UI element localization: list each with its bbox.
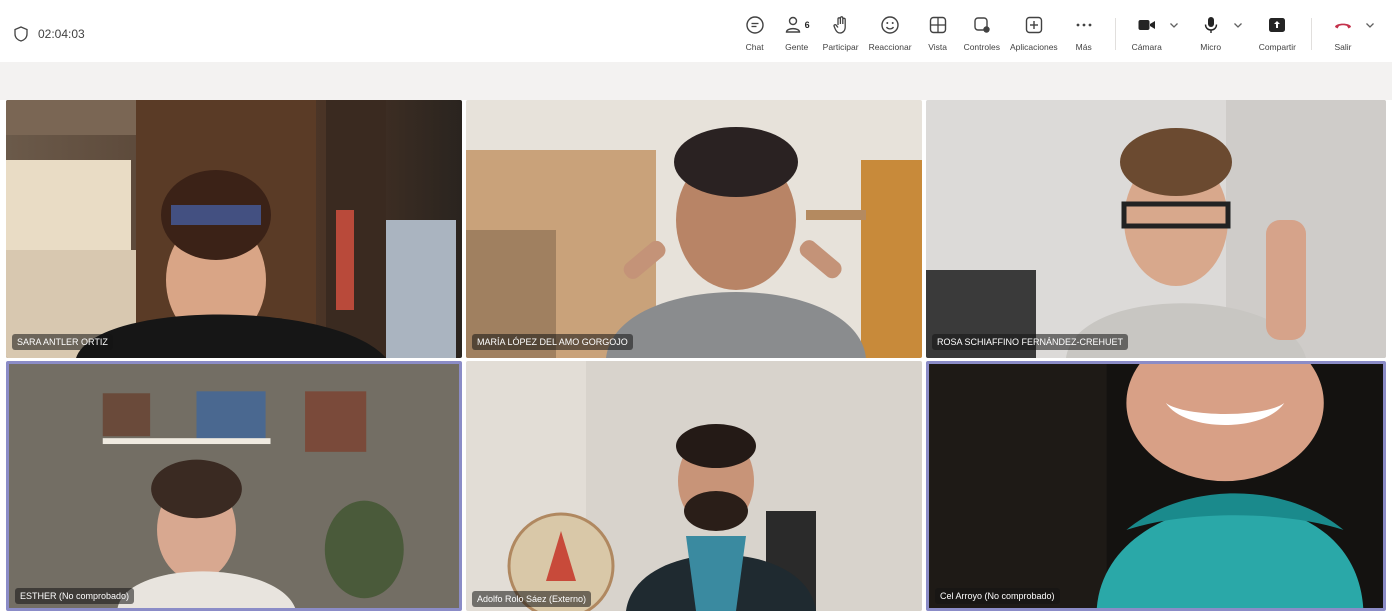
add-app-icon <box>1025 16 1043 34</box>
hand-icon <box>832 16 846 34</box>
participant-tile[interactable]: Adolfo Rolo Sáez (Externo) <box>466 361 922 611</box>
mic-options-chevron[interactable] <box>1230 12 1246 38</box>
more-label: Más <box>1075 42 1092 52</box>
camera-button[interactable]: Cámara <box>1126 12 1168 52</box>
participant-video <box>9 364 459 608</box>
raise-hand-label: Participar <box>822 42 859 52</box>
people-count-badge: 6 <box>804 20 810 30</box>
toolbar-divider <box>1311 18 1312 50</box>
participant-tile[interactable]: SARA ANTLER ORTIZ <box>6 100 462 358</box>
shield-icon <box>14 26 28 42</box>
participant-video <box>6 100 462 358</box>
video-camera-icon <box>1138 20 1155 30</box>
camera-options-chevron[interactable] <box>1166 12 1182 38</box>
participant-video <box>926 100 1386 358</box>
more-button[interactable]: Más <box>1063 12 1105 52</box>
grid-view-icon <box>929 16 946 34</box>
participant-video <box>929 364 1383 608</box>
participant-name-tag: ESTHER (No comprobado) <box>15 588 135 604</box>
controls-label: Controles <box>963 42 1000 52</box>
participant-name-tag: MARÍA LÓPEZ DEL AMO GORGOJO <box>472 334 633 350</box>
hang-up-icon <box>1335 23 1351 29</box>
participant-tile[interactable]: ROSA SCHIAFFINO FERNÁNDEZ-CREHUET <box>926 100 1386 358</box>
apps-label: Aplicaciones <box>1009 42 1058 52</box>
controls-button[interactable]: Controles <box>959 12 1005 52</box>
share-label: Compartir <box>1258 42 1296 52</box>
chat-label: Chat <box>745 42 764 52</box>
leave-label: Salir <box>1334 42 1352 52</box>
chevron-down-icon <box>1366 23 1374 28</box>
leave-button[interactable]: Salir <box>1322 12 1364 52</box>
chat-button[interactable]: Chat <box>734 12 776 52</box>
mic-button[interactable]: Micro <box>1190 12 1232 52</box>
view-button[interactable]: Vista <box>917 12 959 52</box>
meeting-timer: 02:04:03 <box>38 27 85 41</box>
smiley-icon <box>881 16 899 34</box>
more-icon <box>1076 23 1092 27</box>
toolbar-divider <box>1114 18 1116 50</box>
participant-tile[interactable]: Cel Arroyo (No comprobado) <box>926 361 1386 611</box>
video-grid: SARA ANTLER ORTIZ MARÍA LÓPEZ DEL AMO GO… <box>6 100 1386 611</box>
participant-name-tag: Cel Arroyo (No comprobado) <box>935 588 1060 604</box>
leave-options-chevron[interactable] <box>1362 12 1378 38</box>
participant-name-tag: ROSA SCHIAFFINO FERNÁNDEZ-CREHUET <box>932 334 1129 350</box>
apps-button[interactable]: Aplicaciones <box>1005 12 1063 52</box>
meeting-controls: Chat 6 Gente Participar Reaccionar Vista… <box>734 12 1378 58</box>
view-label: Vista <box>928 42 947 52</box>
meeting-info: 02:04:03 <box>14 24 85 44</box>
people-label: Gente <box>785 42 809 52</box>
controls-icon <box>974 17 990 33</box>
meeting-subbar <box>0 62 1392 100</box>
participant-name-tag: SARA ANTLER ORTIZ <box>12 334 113 350</box>
participant-tile[interactable]: MARÍA LÓPEZ DEL AMO GORGOJO <box>466 100 922 358</box>
participant-tile[interactable]: ESTHER (No comprobado) <box>6 361 462 611</box>
people-button[interactable]: 6 Gente <box>776 12 818 52</box>
share-screen-icon <box>1269 18 1286 32</box>
react-label: Reaccionar <box>868 42 912 52</box>
chat-icon <box>745 16 764 34</box>
meeting-toolbar-bar: 02:04:03 Chat 6 Gente Participar Reaccio… <box>0 0 1392 62</box>
participant-video <box>466 100 922 358</box>
react-button[interactable]: Reaccionar <box>864 12 917 52</box>
mic-label: Micro <box>1200 42 1222 52</box>
participant-video <box>466 361 922 611</box>
microphone-icon <box>1204 17 1217 33</box>
share-button[interactable]: Compartir <box>1254 12 1301 52</box>
raise-hand-button[interactable]: Participar <box>818 12 864 52</box>
camera-label: Cámara <box>1131 42 1162 52</box>
people-icon <box>785 16 800 33</box>
chevron-down-icon <box>1233 23 1242 28</box>
participant-name-tag: Adolfo Rolo Sáez (Externo) <box>472 591 592 607</box>
chevron-down-icon <box>1169 23 1178 28</box>
